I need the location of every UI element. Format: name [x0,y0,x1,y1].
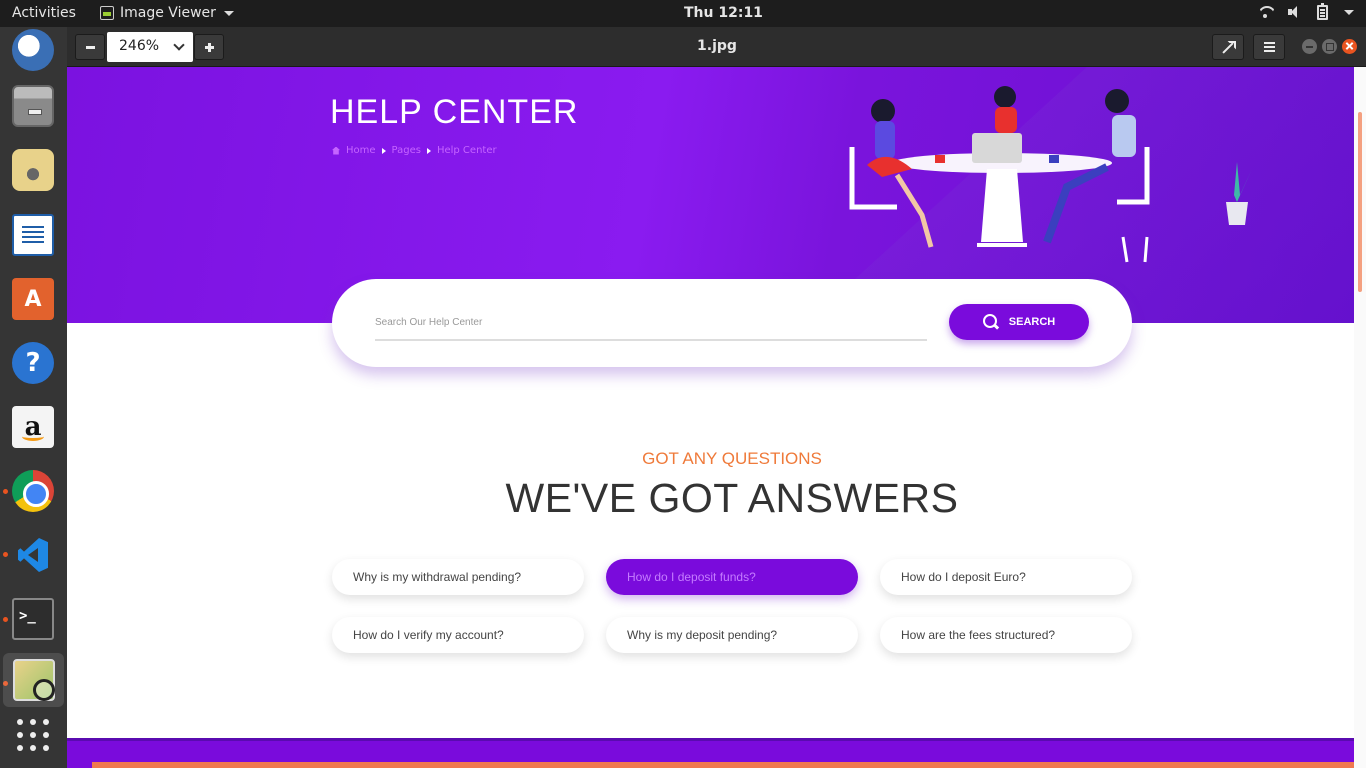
zoom-in-button[interactable] [194,34,224,60]
dock-terminal[interactable]: >_ [10,596,56,642]
system-tray[interactable] [1257,2,1354,20]
hamburger-menu-button[interactable] [1253,34,1285,60]
show-applications-button[interactable] [10,712,56,758]
search-icon [982,314,999,330]
zoom-out-button[interactable] [75,34,105,60]
dock-vscode[interactable] [10,532,56,578]
dock-writer[interactable] [10,212,56,258]
dock-amazon[interactable]: a [10,404,56,450]
dock-image-viewer[interactable] [3,653,64,707]
activities-button[interactable]: Activities [12,5,76,21]
bottom-accent-strip [92,762,1354,768]
dock-chrome[interactable] [10,468,56,514]
clock[interactable]: Thu 12:11 [684,5,763,21]
top-bar: Activities Image Viewer Thu 12:11 [0,0,1366,27]
software-icon: A [12,278,54,320]
search-button-label: SEARCH [1008,316,1056,328]
files-icon [12,85,54,127]
chevron-down-icon [173,39,185,51]
faq-item[interactable]: How do I deposit Euro? [880,559,1132,595]
search-button[interactable]: SEARCH [949,304,1089,340]
system-menu-caret-icon[interactable] [1344,9,1354,15]
breadcrumb-separator-icon [381,147,386,154]
scrollbar-thumb[interactable] [1358,112,1362,292]
breadcrumb-current: Help Center [436,145,497,156]
support-team-illustration [849,86,1150,263]
thunderbird-icon [12,29,54,71]
zoom-level-value: 246% [119,38,160,54]
footer-divider [67,738,1354,741]
faq-item[interactable]: Why is my deposit pending? [606,617,858,653]
dock-thunderbird[interactable] [10,27,56,73]
app-menu-label: Image Viewer [120,5,216,21]
maximize-button[interactable] [1322,39,1337,54]
breadcrumb: Home Pages Help Center [332,145,497,156]
chrome-icon [12,470,54,512]
amazon-icon: a [12,406,54,448]
caret-down-icon [223,10,234,16]
image-viewer-icon [12,659,55,701]
faq-item-active[interactable]: How do I deposit funds? [606,559,858,595]
app-menu[interactable]: Image Viewer [100,5,234,21]
dock-software[interactable]: A [10,276,56,322]
faq-item[interactable]: How are the fees structured? [880,617,1132,653]
faq-item[interactable]: How do I verify my account? [332,617,584,653]
hero-title: HELP CENTER [330,93,579,131]
search-bar: SEARCH [332,279,1132,367]
terminal-icon: >_ [12,598,54,640]
search-input[interactable] [375,309,927,341]
zoom-level-combo[interactable]: 246% [107,32,193,62]
volume-icon[interactable] [1287,4,1303,20]
section-eyebrow: GOT ANY QUESTIONS [642,449,822,468]
plant-icon [1222,162,1252,225]
running-indicator [3,489,8,494]
vscode-icon [12,534,54,576]
breadcrumb-pages: Pages [391,145,421,156]
breadcrumb-separator-icon [426,147,431,154]
image-canvas[interactable]: HELP CENTER Home Pages Help Center Searc… [67,67,1366,768]
window-title: 1.jpg [697,38,737,54]
close-button[interactable] [1342,39,1357,54]
help-icon: ? [12,342,54,384]
breadcrumb-home: Home [346,145,376,156]
running-indicator [3,617,8,622]
dock-help[interactable]: ? [10,340,56,386]
section-headline: WE'VE GOT ANSWERS [505,475,959,521]
dock-rhythmbox[interactable] [10,147,56,193]
minimize-button[interactable] [1302,39,1317,54]
wifi-icon[interactable] [1257,4,1273,20]
rhythmbox-icon [12,149,54,191]
home-icon [332,146,340,155]
window-header-bar: 246% 1.jpg [67,27,1366,67]
dock: A ? a >_ [0,27,67,768]
dock-files[interactable] [10,83,56,129]
running-indicator [3,552,8,557]
fullscreen-button[interactable] [1212,34,1244,60]
writer-icon [12,214,54,256]
faq-item[interactable]: Why is my withdrawal pending? [332,559,584,595]
image-viewer-small-icon [100,6,114,20]
show-apps-icon [17,719,49,751]
battery-icon[interactable] [1317,2,1328,20]
